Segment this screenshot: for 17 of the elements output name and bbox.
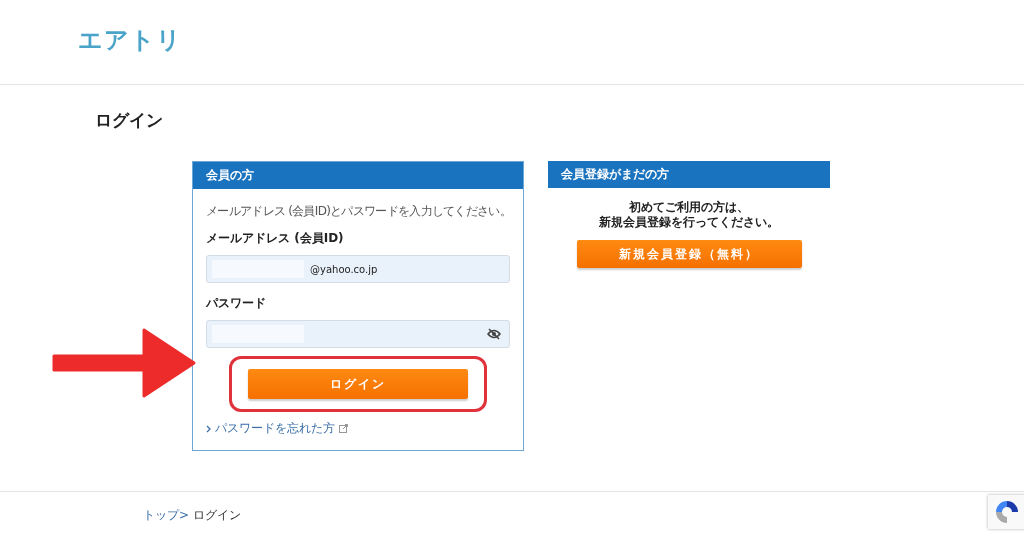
panel-header: 会員登録がまだの方 — [548, 161, 830, 188]
external-link-icon — [339, 424, 348, 433]
register-message-line: 新規会員登録を行ってください。 — [599, 215, 779, 230]
register-message-line: 初めてご利用の方は、 — [628, 200, 750, 215]
eye-slash-icon[interactable] — [487, 328, 501, 340]
instruction-text: メールアドレス (会員ID)とパスワードを入力してください。 — [206, 203, 510, 220]
password-field[interactable] — [206, 320, 510, 348]
forgot-password-link[interactable]: パスワードを忘れた方 — [206, 420, 510, 437]
recaptcha-icon — [994, 499, 1020, 525]
panel-header: 会員の方 — [193, 162, 523, 189]
page-title: ログイン — [95, 109, 164, 132]
chevron-icon — [206, 424, 211, 433]
email-field[interactable]: @yahoo.co.jp — [206, 255, 510, 283]
field-label: パスワード — [206, 295, 267, 312]
breadcrumb-link[interactable]: トップ> — [143, 507, 190, 524]
breadcrumb-current: ログイン — [193, 507, 242, 524]
field-label: メールアドレス (会員ID) — [206, 230, 345, 247]
